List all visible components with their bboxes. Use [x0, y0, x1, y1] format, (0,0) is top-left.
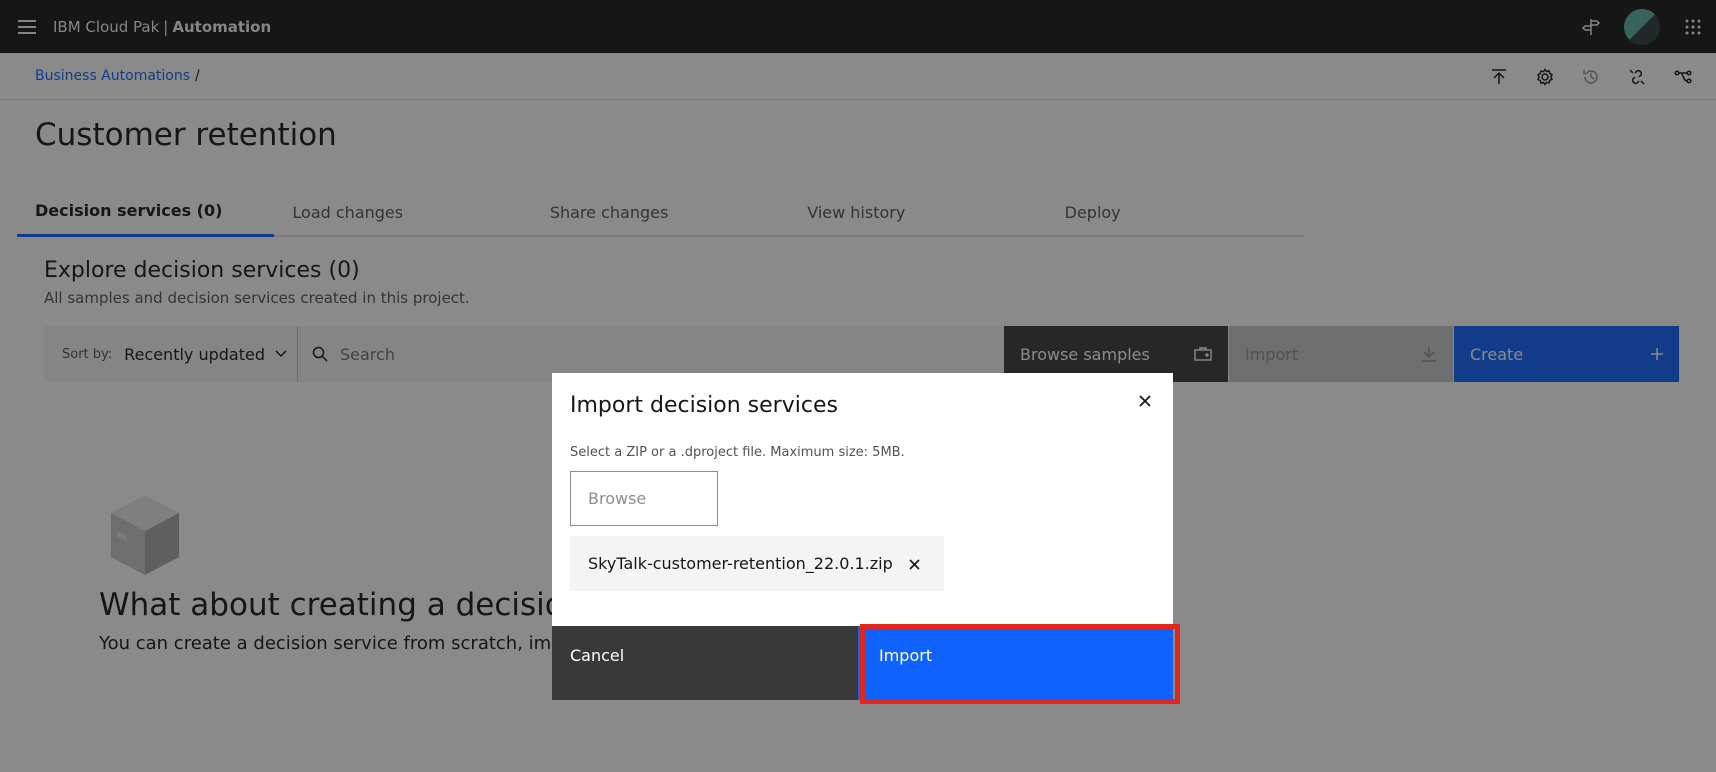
selected-file: SkyTalk-customer-retention_22.0.1.zip	[570, 536, 944, 591]
modal-footer: Cancel Import	[552, 626, 1173, 700]
remove-file-icon[interactable]	[904, 554, 924, 574]
browse-file-button[interactable]: Browse	[570, 471, 718, 526]
modal-help-text: Select a ZIP or a .dproject file. Maximu…	[570, 445, 905, 460]
modal-title: Import decision services	[570, 393, 838, 418]
import-modal: Import decision services Select a ZIP or…	[552, 373, 1173, 700]
import-confirm-button[interactable]: Import	[858, 626, 1173, 700]
cancel-button[interactable]: Cancel	[552, 626, 858, 700]
close-icon[interactable]	[1129, 385, 1161, 417]
file-name: SkyTalk-customer-retention_22.0.1.zip	[588, 554, 893, 573]
